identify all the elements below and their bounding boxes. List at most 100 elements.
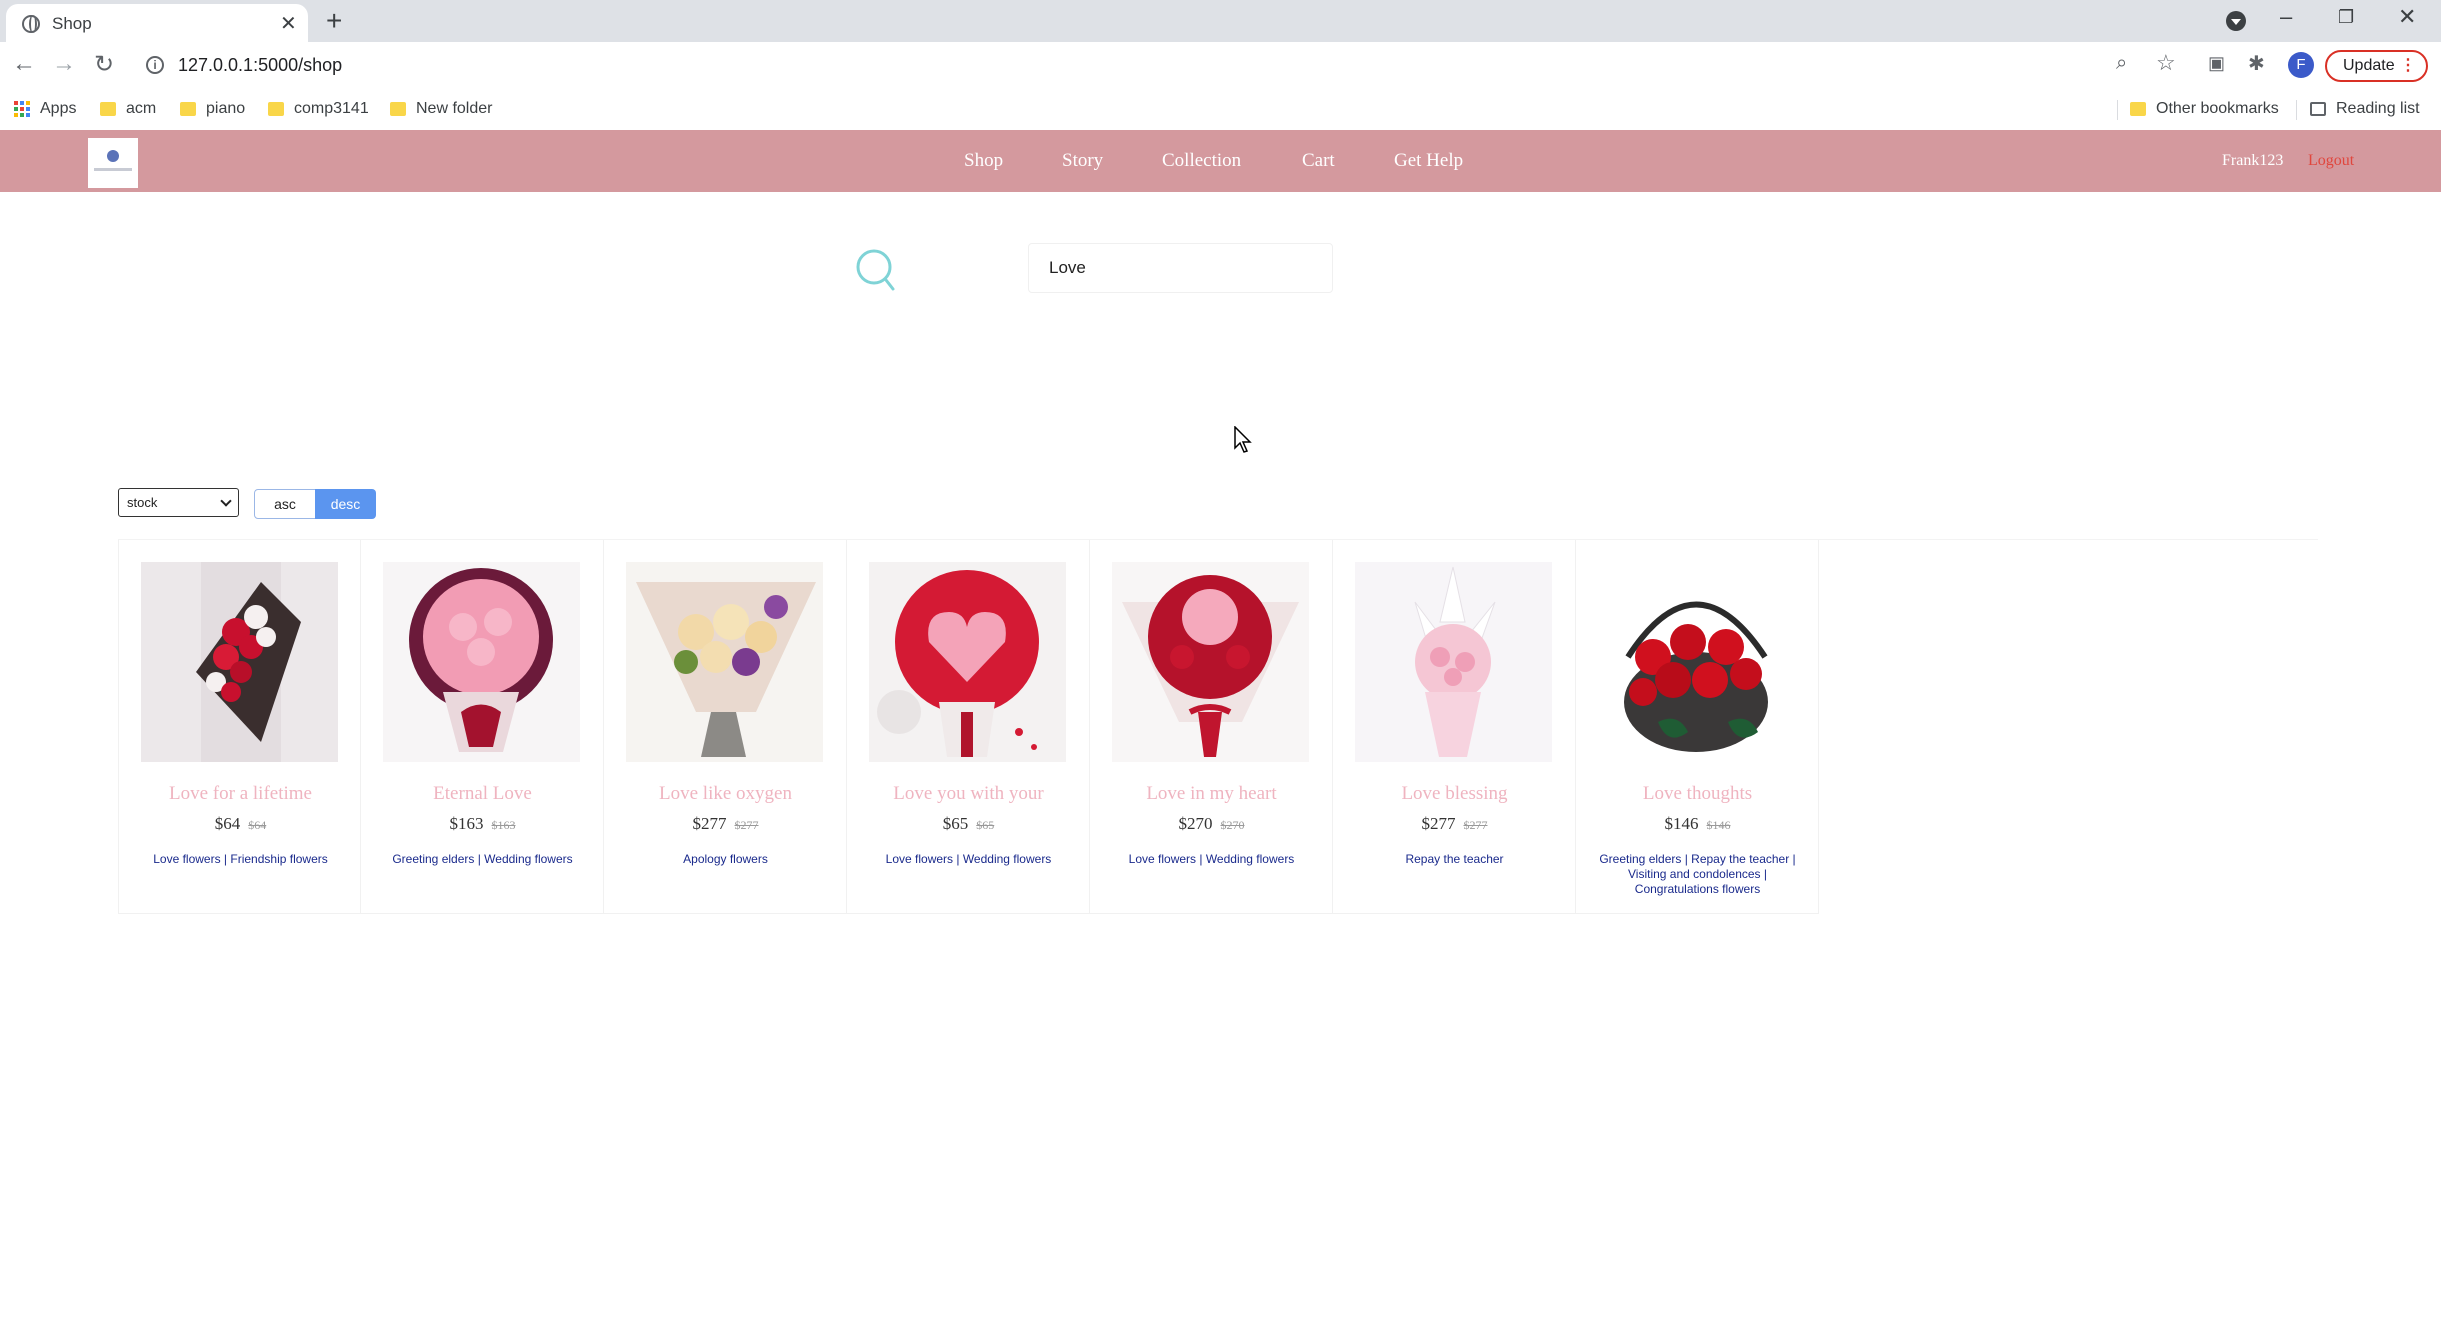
product-tags[interactable]: Greeting elders | Wedding flowers bbox=[375, 852, 590, 867]
address-bar[interactable]: i 127.0.0.1:5000/shop bbox=[136, 48, 2146, 84]
bookmark-label: piano bbox=[206, 100, 246, 117]
product-card[interactable]: Love you with your $65 $65 Love flowers |… bbox=[847, 540, 1090, 914]
close-tab-icon[interactable]: ✕ bbox=[280, 11, 297, 36]
menu-dots-icon: ⋮ bbox=[2400, 57, 2416, 74]
product-name[interactable]: Eternal Love bbox=[361, 783, 604, 805]
nav-collection[interactable]: Collection bbox=[1162, 150, 1241, 172]
product-price: $64 bbox=[214, 814, 241, 833]
profile-avatar[interactable]: F bbox=[2288, 52, 2314, 78]
tab-title: Shop bbox=[52, 14, 92, 33]
bookmark-piano[interactable]: piano bbox=[180, 100, 245, 118]
nav-shop[interactable]: Shop bbox=[964, 150, 1003, 172]
tab-search-icon[interactable] bbox=[2226, 11, 2246, 31]
product-tags[interactable]: Love flowers | Friendship flowers bbox=[133, 852, 348, 867]
product-image[interactable] bbox=[1598, 562, 1795, 762]
product-tags[interactable]: Love flowers | Wedding flowers bbox=[861, 852, 1076, 867]
product-price: $277 bbox=[692, 814, 727, 833]
back-icon[interactable]: ← bbox=[12, 50, 36, 78]
search-input[interactable] bbox=[1028, 243, 1333, 293]
product-grid: Love for a lifetime $64 $64 Love flowers … bbox=[118, 540, 1819, 914]
product-price: $65 bbox=[942, 814, 969, 833]
search-icon[interactable] bbox=[856, 248, 896, 292]
product-card[interactable]: Eternal Love $163 $163 Greeting elders | … bbox=[361, 540, 604, 914]
flower-logo-icon bbox=[107, 150, 119, 162]
zoom-icon[interactable]: ⌕ bbox=[2116, 52, 2127, 75]
price-row: $146 $146 bbox=[1576, 814, 1819, 834]
product-image[interactable] bbox=[383, 562, 580, 762]
nav-cart[interactable]: Cart bbox=[1302, 150, 1335, 172]
site-logo[interactable] bbox=[88, 138, 138, 188]
minimize-icon[interactable]: – bbox=[2280, 4, 2292, 30]
product-old-price: $64 bbox=[248, 818, 267, 832]
bookmark-comp3141[interactable]: comp3141 bbox=[268, 100, 369, 118]
chevron-down-icon bbox=[220, 495, 232, 507]
product-card[interactable]: Love blessing $277 $277 Repay the teacher bbox=[1333, 540, 1576, 914]
product-tags[interactable]: Love flowers | Wedding flowers bbox=[1104, 852, 1319, 867]
apps-grid-icon bbox=[14, 101, 30, 117]
update-button[interactable]: Update ⋮ bbox=[2325, 50, 2428, 82]
bookmark-star-icon[interactable]: ☆ bbox=[2156, 50, 2176, 76]
browser-tab-strip: Shop ✕ + – ❐ ✕ bbox=[0, 0, 2441, 42]
nav-get-help[interactable]: Get Help bbox=[1394, 150, 1463, 172]
bookmark-apps[interactable]: Apps bbox=[14, 100, 76, 118]
product-tags[interactable]: Apology flowers bbox=[618, 852, 833, 867]
bookmark-acm[interactable]: acm bbox=[100, 100, 156, 118]
folder-icon bbox=[2130, 102, 2146, 116]
globe-icon bbox=[22, 15, 40, 33]
extension-icon[interactable]: ▣ bbox=[2208, 53, 2225, 74]
bookmarks-divider bbox=[2296, 100, 2297, 120]
site-navbar: Shop Story Collection Cart Get Help Fran… bbox=[0, 130, 2441, 192]
price-row: $270 $270 bbox=[1090, 814, 1333, 834]
close-window-icon[interactable]: ✕ bbox=[2398, 4, 2416, 30]
product-card[interactable]: Love in my heart $270 $270 Love flowers |… bbox=[1090, 540, 1333, 914]
site-info-icon[interactable]: i bbox=[146, 56, 164, 74]
username[interactable]: Frank123 bbox=[2222, 152, 2283, 170]
folder-icon bbox=[390, 102, 406, 116]
product-card[interactable]: Love like oxygen $277 $277 Apology flower… bbox=[604, 540, 847, 914]
bookmark-label: Other bookmarks bbox=[2156, 100, 2279, 117]
bookmarks-bar: Apps acm piano comp3141 New folder Other… bbox=[0, 90, 2441, 130]
price-row: $64 $64 bbox=[119, 814, 362, 834]
product-name[interactable]: Love blessing bbox=[1333, 783, 1576, 805]
product-card[interactable]: Love for a lifetime $64 $64 Love flowers … bbox=[118, 540, 361, 914]
bookmark-new-folder[interactable]: New folder bbox=[390, 100, 492, 118]
logo-caption bbox=[94, 168, 132, 171]
new-tab-button[interactable]: + bbox=[326, 5, 342, 37]
mouse-cursor-icon bbox=[1234, 426, 1252, 453]
product-tags[interactable]: Repay the teacher bbox=[1347, 852, 1562, 867]
folder-icon bbox=[100, 102, 116, 116]
product-image[interactable] bbox=[626, 562, 823, 762]
sort-field-select[interactable]: stock bbox=[118, 488, 239, 517]
sort-asc-button[interactable]: asc bbox=[254, 489, 316, 519]
product-name[interactable]: Love in my heart bbox=[1090, 783, 1333, 805]
product-card[interactable]: Love thoughts $146 $146 Greeting elders |… bbox=[1576, 540, 1819, 914]
bookmark-label: Apps bbox=[40, 100, 77, 117]
product-image[interactable] bbox=[141, 562, 338, 762]
restore-icon[interactable]: ❐ bbox=[2338, 7, 2354, 28]
bookmark-other[interactable]: Other bookmarks bbox=[2130, 100, 2279, 118]
price-row: $277 $277 bbox=[1333, 814, 1576, 834]
puzzle-extensions-icon[interactable]: ✱ bbox=[2248, 51, 2265, 76]
reading-list-button[interactable]: Reading list bbox=[2310, 100, 2420, 118]
product-name[interactable]: Love for a lifetime bbox=[119, 783, 362, 805]
product-price: $163 bbox=[449, 814, 484, 833]
folder-icon bbox=[268, 102, 284, 116]
product-name[interactable]: Love like oxygen bbox=[604, 783, 847, 805]
product-name[interactable]: Love thoughts bbox=[1576, 783, 1819, 805]
forward-icon[interactable]: → bbox=[52, 50, 76, 78]
product-tags[interactable]: Greeting elders | Repay the teacher | Vi… bbox=[1590, 852, 1805, 897]
product-image[interactable] bbox=[1112, 562, 1309, 762]
product-image[interactable] bbox=[869, 562, 1066, 762]
product-price: $277 bbox=[1421, 814, 1456, 833]
product-name[interactable]: Love you with your bbox=[847, 783, 1090, 805]
reload-icon[interactable]: ↻ bbox=[94, 50, 114, 79]
bookmark-label: acm bbox=[126, 100, 157, 117]
sort-desc-button[interactable]: desc bbox=[315, 489, 376, 519]
browser-tab-shop[interactable]: Shop ✕ bbox=[6, 4, 308, 42]
bookmark-label: New folder bbox=[416, 100, 493, 117]
logout-link[interactable]: Logout bbox=[2308, 152, 2354, 170]
product-old-price: $146 bbox=[1706, 818, 1731, 832]
nav-story[interactable]: Story bbox=[1062, 150, 1103, 172]
product-image[interactable] bbox=[1355, 562, 1552, 762]
price-row: $277 $277 bbox=[604, 814, 847, 834]
